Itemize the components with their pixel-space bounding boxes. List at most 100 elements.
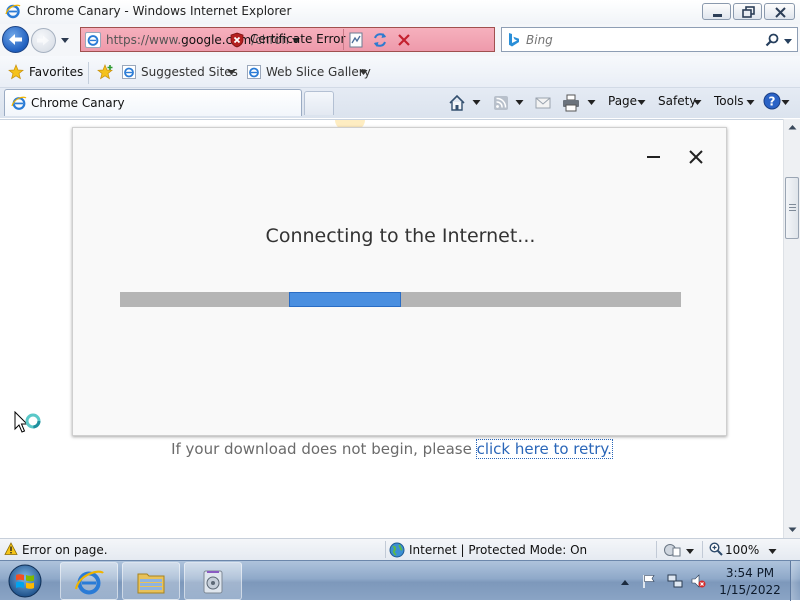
zoom-level[interactable]: 100% — [725, 543, 759, 557]
page-content: Connecting to the Internet... If your do… — [0, 119, 783, 538]
busy-cursor-icon — [14, 411, 41, 433]
close-window-button[interactable] — [764, 3, 795, 20]
status-separator — [656, 541, 657, 558]
url-scheme: https://www. — [106, 33, 182, 47]
chevron-down-icon[interactable] — [515, 98, 524, 107]
chevron-down-icon[interactable] — [637, 98, 646, 107]
compatibility-view-icon[interactable] — [346, 30, 366, 50]
navigation-bar: https://www.google.com/chrome Certificat… — [0, 24, 800, 56]
certificate-error-icon[interactable] — [229, 32, 245, 48]
clock-date[interactable]: 1/15/2022 — [712, 583, 788, 597]
progress-bar — [120, 292, 681, 307]
status-separator — [385, 541, 386, 558]
security-zone-text[interactable]: Internet | Protected Mode: On — [409, 543, 587, 557]
network-icon[interactable] — [667, 573, 683, 589]
taskbar-installer[interactable] — [184, 562, 242, 600]
maximize-window-button[interactable] — [733, 3, 762, 20]
folder-icon — [137, 573, 165, 594]
page-ie-icon — [85, 32, 101, 48]
show-hidden-icons-icon[interactable] — [620, 578, 630, 586]
address-separator — [343, 29, 344, 50]
tab-chrome-canary[interactable]: Chrome Canary — [4, 89, 302, 116]
grip-line — [789, 204, 796, 205]
status-separator — [702, 541, 703, 558]
minimize-window-button[interactable] — [702, 3, 731, 20]
chevron-down-icon[interactable] — [587, 98, 596, 107]
refresh-icon[interactable] — [370, 30, 390, 50]
window-title: Chrome Canary - Windows Internet Explore… — [27, 4, 292, 18]
clock-time[interactable]: 3:54 PM — [712, 566, 788, 580]
tab-and-command-bar: Chrome Canary Page Safety Tools ? — [0, 88, 800, 118]
tools-menu-button[interactable]: Tools — [714, 94, 744, 108]
back-arrow-icon — [9, 34, 22, 45]
restore-icon — [742, 6, 755, 18]
new-tab-button[interactable] — [304, 91, 334, 115]
page-menu-button[interactable]: Page — [608, 94, 637, 108]
minimize-icon — [713, 14, 722, 17]
back-button[interactable] — [2, 26, 29, 53]
chevron-down-icon[interactable] — [781, 98, 790, 107]
taskbar-internet-explorer[interactable] — [60, 562, 118, 600]
rss-feed-icon[interactable] — [493, 93, 509, 113]
close-icon[interactable] — [687, 148, 705, 166]
close-icon — [775, 7, 786, 18]
certificate-error-label[interactable]: Certificate Error — [250, 32, 345, 46]
chevron-down-icon[interactable] — [768, 547, 777, 556]
help-icon[interactable]: ? — [763, 92, 781, 110]
action-center-flag-icon[interactable] — [641, 573, 657, 589]
favorites-star-icon[interactable] — [8, 64, 24, 80]
zoom-icon[interactable] — [709, 542, 723, 556]
scrollbar-thumb[interactable] — [785, 177, 799, 239]
search-box[interactable] — [501, 27, 798, 52]
safety-menu-button[interactable]: Safety — [658, 94, 696, 108]
home-icon[interactable] — [448, 93, 466, 113]
ie-page-icon — [122, 65, 136, 79]
forward-button[interactable] — [31, 28, 56, 53]
address-bar[interactable]: https://www.google.com/chrome Certificat… — [80, 27, 495, 52]
chevron-down-icon[interactable] — [472, 98, 481, 107]
search-icon[interactable] — [764, 32, 780, 48]
vertical-scrollbar[interactable] — [783, 119, 800, 538]
add-to-favorites-bar-icon[interactable] — [96, 64, 114, 80]
chevron-down-icon[interactable] — [227, 68, 236, 77]
chevron-down-icon[interactable] — [359, 68, 368, 77]
tab-label: Chrome Canary — [31, 96, 125, 110]
minimize-icon[interactable] — [645, 148, 663, 166]
volume-muted-icon[interactable] — [690, 573, 706, 589]
recent-pages-dropdown-icon[interactable] — [59, 34, 71, 46]
grip-line — [789, 210, 796, 211]
chevron-down-icon[interactable] — [783, 36, 793, 46]
grip-line — [789, 207, 796, 208]
favorites-button-label[interactable]: Favorites — [29, 65, 83, 79]
chevron-down-icon[interactable] — [693, 98, 702, 107]
favorites-bar: Favorites Suggested Sites Web Slice Gall… — [0, 56, 800, 88]
retry-link[interactable]: click here to retry. — [475, 439, 613, 459]
popup-blocker-icon[interactable] — [663, 542, 681, 558]
scroll-down-arrow-icon[interactable] — [784, 521, 800, 538]
forward-arrow-icon — [37, 35, 49, 46]
chevron-down-icon[interactable] — [686, 547, 694, 555]
mail-icon[interactable] — [535, 93, 551, 113]
ie-icon — [74, 570, 104, 595]
taskbar-windows-explorer[interactable] — [122, 562, 180, 600]
warning-icon[interactable] — [4, 542, 18, 556]
progress-bar-fill — [289, 292, 401, 307]
status-text[interactable]: Error on page. — [22, 543, 108, 557]
print-icon[interactable] — [562, 93, 580, 113]
bing-logo-icon — [509, 33, 519, 47]
show-desktop-button[interactable] — [790, 561, 800, 601]
ie-icon — [5, 4, 21, 19]
stop-icon[interactable] — [394, 30, 414, 50]
taskbar: 3:54 PM 1/15/2022 — [0, 560, 800, 601]
svg-text:?: ? — [769, 95, 776, 109]
start-button[interactable] — [5, 562, 45, 600]
favorites-link-suggested-sites[interactable]: Suggested Sites — [141, 65, 238, 79]
ie-page-icon — [247, 65, 261, 79]
globe-icon — [389, 542, 405, 558]
search-input[interactable] — [526, 32, 756, 48]
favorites-link-web-slice-gallery[interactable]: Web Slice Gallery — [266, 65, 371, 79]
connecting-message: Connecting to the Internet... — [265, 225, 536, 247]
retry-prefix: If your download does not begin, please — [171, 440, 477, 458]
scroll-up-arrow-icon[interactable] — [784, 119, 800, 136]
chevron-down-icon[interactable] — [746, 98, 755, 107]
